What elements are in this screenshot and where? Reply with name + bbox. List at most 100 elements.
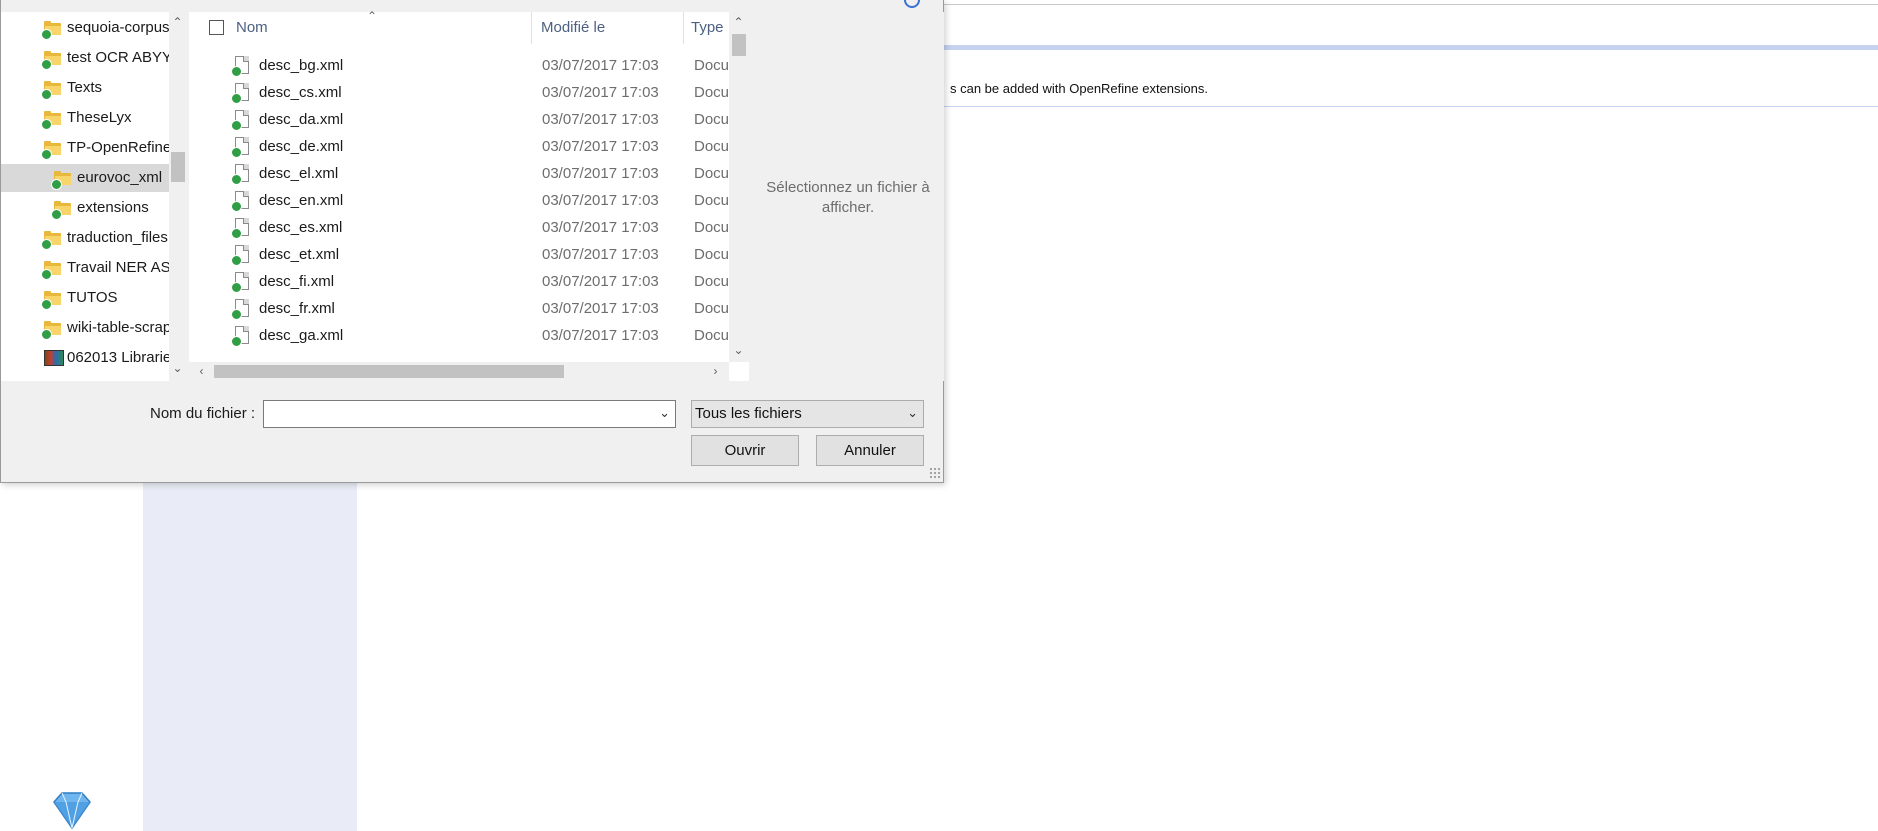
file-row[interactable]: desc_el.xml 03/07/2017 17:03 Docu [189,160,729,187]
library-book-icon [44,350,64,366]
file-name: desc_et.xml [259,246,340,263]
nav-item-label: traduction_files [67,229,168,246]
file-modified-date: 03/07/2017 17:03 [542,273,659,290]
nav-item[interactable]: Travail NER ASI [1,254,169,282]
list-hscroll-thumb[interactable] [214,365,564,378]
xml-file-icon [231,164,249,185]
nav-scroll-thumb[interactable] [171,152,185,182]
file-list: ⌃ Nom Modifié le Type desc_bg.xml 03/07/2… [189,9,749,381]
nav-item[interactable]: TUTOS [1,284,169,312]
preview-placeholder: Sélectionnez un fichier à afficher. [766,179,930,216]
xml-file-icon [231,326,249,347]
nav-item[interactable]: extensions [1,194,169,222]
file-modified-date: 03/07/2017 17:03 [542,165,659,182]
file-type-filter[interactable]: Tous les fichiers ⌄ [691,400,924,428]
file-type: Docu [694,165,730,182]
xml-file-icon [231,218,249,239]
file-name: desc_fr.xml [259,300,335,317]
nav-item-label: 062013 Librarie [67,349,169,366]
preview-pane: Sélectionnez un fichier à afficher. [751,12,944,381]
nav-scrollbar[interactable]: ⌃ ⌄ [169,12,187,381]
nav-item[interactable]: TP-OpenRefine [1,134,169,162]
folder-icon [51,171,71,190]
file-row[interactable]: desc_da.xml 03/07/2017 17:03 Docu [189,106,729,133]
navigation-tree: sequoia-corpus test OCR ABYYY Texts TheseLy… [1,12,187,381]
nav-item[interactable]: eurovoc_xml [1,164,169,192]
file-type: Docu [694,57,730,74]
nav-item[interactable]: TheseLyx [1,104,169,132]
file-row[interactable]: desc_cs.xml 03/07/2017 17:03 Docu [189,79,729,106]
nav-item-label: Texts [67,79,103,96]
file-name: desc_de.xml [259,138,344,155]
nav-item-label: sequoia-corpus [67,19,169,36]
file-row[interactable]: desc_en.xml 03/07/2017 17:03 Docu [189,187,729,214]
file-name: desc_en.xml [259,192,344,209]
file-name: desc_cs.xml [259,84,342,101]
nav-item-label: wiki-table-scrap [67,319,169,336]
nav-item[interactable]: test OCR ABYYY [1,44,169,72]
cancel-button[interactable]: Annuler [816,435,924,466]
column-header-modified[interactable]: Modifié le [541,12,605,44]
file-row[interactable]: desc_et.xml 03/07/2017 17:03 Docu [189,241,729,268]
file-list-vscrollbar[interactable]: ⌃ ⌄ [729,12,749,362]
xml-file-icon [231,110,249,131]
file-row[interactable]: desc_es.xml 03/07/2017 17:03 Docu [189,214,729,241]
folder-icon [41,21,61,40]
resize-grip-icon[interactable] [929,467,941,479]
nav-item[interactable]: traduction_files [1,224,169,252]
select-all-checkbox[interactable] [209,20,224,35]
list-scroll-up-icon[interactable]: ⌃ [730,14,747,31]
filename-label: Nom du fichier : [150,405,256,422]
list-scroll-down-icon[interactable]: ⌄ [730,342,747,359]
file-modified-date: 03/07/2017 17:03 [542,111,659,128]
folder-icon [41,81,61,100]
filename-combobox[interactable]: ⌄ [263,400,676,428]
nav-item-label: extensions [77,199,149,216]
sort-ascending-icon: ⌃ [367,9,378,23]
column-header-type[interactable]: Type [691,12,724,44]
folder-icon [41,291,61,310]
column-divider[interactable] [531,12,532,44]
folder-icon [41,231,61,250]
help-icon[interactable] [904,0,920,8]
chevron-down-icon[interactable]: ⌄ [907,405,918,421]
page-header-bar [944,45,1878,50]
file-row[interactable]: desc_bg.xml 03/07/2017 17:03 Docu [189,52,729,79]
file-modified-date: 03/07/2017 17:03 [542,192,659,209]
nav-item[interactable]: Texts [1,74,169,102]
nav-item[interactable]: wiki-table-scrap [1,314,169,342]
nav-scroll-down-icon[interactable]: ⌄ [169,360,186,377]
file-name: desc_el.xml [259,165,339,182]
xml-file-icon [231,299,249,320]
left-sidebar [143,480,357,831]
nav-item-label: Travail NER ASI [67,259,169,276]
file-type: Docu [694,273,730,290]
open-button[interactable]: Ouvrir [691,435,799,466]
column-divider[interactable] [683,12,684,44]
file-type: Docu [694,300,730,317]
file-row[interactable]: desc_de.xml 03/07/2017 17:03 Docu [189,133,729,160]
xml-file-icon [231,83,249,104]
nav-item[interactable]: 062013 Librarie [1,344,169,372]
open-file-dialog: sequoia-corpus test OCR ABYYY Texts TheseLy… [0,0,944,483]
list-scroll-right-icon[interactable]: › [707,363,724,380]
file-modified-date: 03/07/2017 17:03 [542,219,659,236]
file-type: Docu [694,111,730,128]
column-header-name[interactable]: Nom [236,12,268,44]
file-type-filter-value: Tous les fichiers [695,405,802,422]
filename-input[interactable] [268,401,652,427]
file-type: Docu [694,327,730,344]
nav-item[interactable]: sequoia-corpus [1,14,169,42]
file-row[interactable]: desc_fr.xml 03/07/2017 17:03 Docu [189,295,729,322]
list-scroll-left-icon[interactable]: ‹ [193,363,210,380]
file-list-hscrollbar[interactable]: ‹ › [189,362,729,381]
list-vscroll-thumb[interactable] [732,34,746,56]
file-modified-date: 03/07/2017 17:03 [542,300,659,317]
file-name: desc_es.xml [259,219,343,236]
folder-icon [41,321,61,340]
openrefine-diamond-icon[interactable] [50,790,94,830]
file-row[interactable]: desc_fi.xml 03/07/2017 17:03 Docu [189,268,729,295]
nav-scroll-up-icon[interactable]: ⌃ [169,14,186,31]
file-row[interactable]: desc_ga.xml 03/07/2017 17:03 Docu [189,322,729,349]
chevron-down-icon[interactable]: ⌄ [659,405,670,421]
